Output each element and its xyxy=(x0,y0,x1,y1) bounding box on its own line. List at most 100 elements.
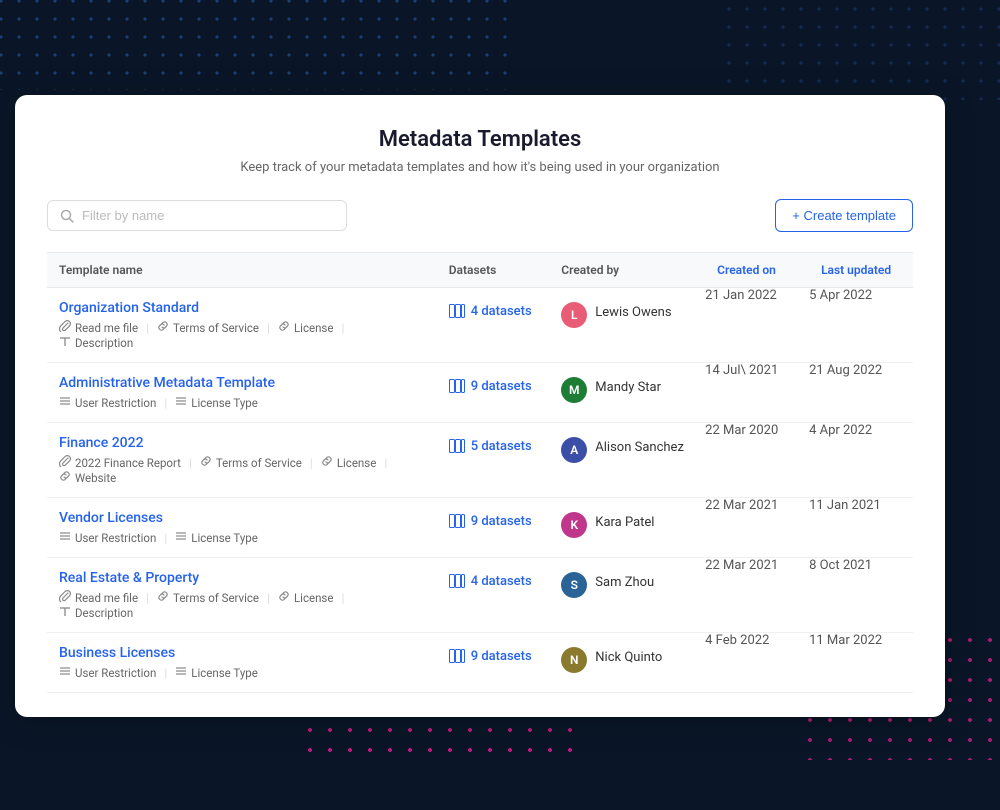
tag-separator: | xyxy=(341,591,352,605)
author-cell: N Nick Quinto xyxy=(549,633,705,693)
author-cell: L Lewis Owens xyxy=(549,288,705,363)
template-name-link[interactable]: Finance 2022 xyxy=(59,435,425,451)
datasets-count: 9 datasets xyxy=(471,649,532,664)
created-on-cell: 22 Mar 2021 xyxy=(705,498,809,558)
tag-icon xyxy=(175,665,187,680)
template-tag: User Restriction xyxy=(59,665,164,680)
tag-icon xyxy=(157,320,169,335)
datasets-cell: 9 datasets xyxy=(437,498,550,558)
page-title: Metadata Templates xyxy=(47,127,913,152)
datasets-cell: 9 datasets xyxy=(437,363,550,423)
table-row: Vendor LicensesUser Restriction|License … xyxy=(47,498,913,558)
avatar: N xyxy=(561,647,587,673)
avatar: M xyxy=(561,377,587,403)
author-name: Alison Sanchez xyxy=(595,437,684,455)
template-name-link[interactable]: Vendor Licenses xyxy=(59,510,425,526)
tag-label: License xyxy=(337,456,377,470)
template-tag: License Type xyxy=(175,530,266,545)
template-name-link[interactable]: Real Estate & Property xyxy=(59,570,425,586)
datasets-count: 5 datasets xyxy=(471,439,532,454)
tag-label: License Type xyxy=(191,666,258,680)
created-on-cell: 21 Jan 2022 xyxy=(705,288,809,363)
dataset-icon xyxy=(449,439,465,457)
created-on-cell: 14 Jul\ 2021 xyxy=(705,363,809,423)
avatar: A xyxy=(561,437,587,463)
tag-separator: | xyxy=(189,456,200,470)
page-subtitle: Keep track of your metadata templates an… xyxy=(47,160,913,175)
tag-icon xyxy=(59,395,71,410)
template-name-cell: Vendor LicensesUser Restriction|License … xyxy=(47,498,437,558)
template-tag: Terms of Service xyxy=(157,590,267,605)
author-name: Lewis Owens xyxy=(595,302,671,320)
table-row: Administrative Metadata Template User Res… xyxy=(47,363,913,423)
template-tag: Description xyxy=(59,335,141,350)
tag-icon xyxy=(59,470,71,485)
template-tag: User Restriction xyxy=(59,530,164,545)
last-updated-cell: 8 Oct 2021 xyxy=(809,558,913,633)
created-on-cell: 22 Mar 2020 xyxy=(705,423,809,498)
tag-separator: | xyxy=(384,456,395,470)
tag-icon xyxy=(59,455,71,470)
dataset-icon xyxy=(449,514,465,532)
template-name-cell: Finance 2022 2022 Finance Report | Terms of… xyxy=(47,423,437,498)
tag-icon xyxy=(278,320,290,335)
template-tag: License xyxy=(278,590,342,605)
dataset-icon xyxy=(449,304,465,322)
author-cell: M Mandy Star xyxy=(549,363,705,423)
last-updated-cell: 11 Mar 2022 xyxy=(809,633,913,693)
th-datasets: Datasets xyxy=(437,253,550,288)
dataset-icon xyxy=(449,379,465,397)
template-tag: Website xyxy=(59,470,124,485)
template-tag: Terms of Service xyxy=(200,455,310,470)
main-card: Metadata Templates Keep track of your me… xyxy=(15,95,945,717)
tag-label: Terms of Service xyxy=(173,591,259,605)
search-icon xyxy=(60,209,74,223)
tag-icon xyxy=(59,530,71,545)
template-name-link[interactable]: Administrative Metadata Template xyxy=(59,375,425,391)
tag-icon xyxy=(175,395,187,410)
tag-label: Terms of Service xyxy=(173,321,259,335)
avatar: S xyxy=(561,572,587,598)
avatar: K xyxy=(561,512,587,538)
search-box[interactable] xyxy=(47,200,347,231)
tag-icon xyxy=(175,530,187,545)
datasets-count: 4 datasets xyxy=(471,574,532,589)
tag-icon xyxy=(59,665,71,680)
last-updated-cell: 21 Aug 2022 xyxy=(809,363,913,423)
templates-table: Template name Datasets Created by Create… xyxy=(47,252,913,693)
tag-label: License xyxy=(294,321,334,335)
datasets-count: 4 datasets xyxy=(471,304,532,319)
tag-icon xyxy=(321,455,333,470)
author-name: Mandy Star xyxy=(595,377,661,395)
search-input[interactable] xyxy=(82,208,334,223)
tag-separator: | xyxy=(164,666,175,680)
datasets-count: 9 datasets xyxy=(471,514,532,529)
table-row: Organization StandardRead me file|Terms … xyxy=(47,288,913,363)
tag-label: Description xyxy=(75,606,133,620)
table-header-row: Template name Datasets Created by Create… xyxy=(47,253,913,288)
tag-label: User Restriction xyxy=(75,531,156,545)
dataset-icon xyxy=(449,649,465,667)
created-on-cell: 22 Mar 2021 xyxy=(705,558,809,633)
datasets-count: 9 datasets xyxy=(471,379,532,394)
last-updated-cell: 4 Apr 2022 xyxy=(809,423,913,498)
tag-label: Terms of Service xyxy=(216,456,302,470)
author-name: Nick Quinto xyxy=(595,647,662,665)
author-cell: A Alison Sanchez xyxy=(549,423,705,498)
datasets-cell: 4 datasets xyxy=(437,558,550,633)
dots-top-left-decoration xyxy=(0,0,520,90)
th-created-on: Created on xyxy=(705,253,809,288)
author-name: Sam Zhou xyxy=(595,572,654,590)
last-updated-cell: 11 Jan 2021 xyxy=(809,498,913,558)
template-tag: User Restriction xyxy=(59,395,164,410)
tag-separator: | xyxy=(146,321,157,335)
create-template-button[interactable]: + Create template xyxy=(775,199,913,232)
tag-label: 2022 Finance Report xyxy=(75,456,181,470)
template-name-link[interactable]: Organization Standard xyxy=(59,300,425,316)
tag-label: License Type xyxy=(191,531,258,545)
template-name-link[interactable]: Business Licenses xyxy=(59,645,425,661)
template-tag: Read me file xyxy=(59,590,146,605)
table-row: Finance 2022 2022 Finance Report | Terms of… xyxy=(47,423,913,498)
template-tag: Terms of Service xyxy=(157,320,267,335)
tag-icon xyxy=(59,320,71,335)
